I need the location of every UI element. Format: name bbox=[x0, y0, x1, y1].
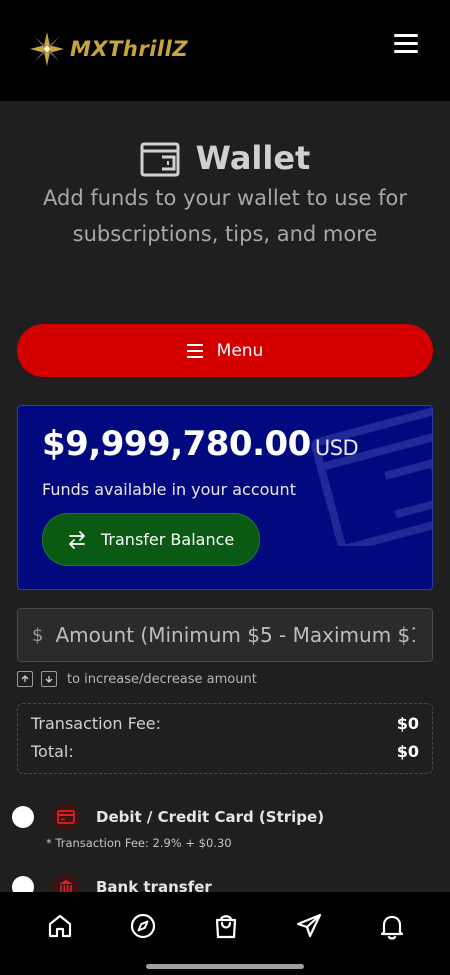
page-title: Wallet bbox=[195, 139, 311, 177]
amount-prefix: $ bbox=[32, 624, 44, 646]
bottom-nav bbox=[0, 892, 450, 975]
system-home-indicator[interactable] bbox=[146, 964, 304, 969]
send-icon[interactable] bbox=[295, 912, 323, 940]
balance-caption: Funds available in your account bbox=[42, 480, 296, 499]
payment-option-stripe[interactable]: Debit / Credit Card (Stripe) bbox=[12, 802, 324, 832]
hamburger-menu-icon[interactable] bbox=[394, 34, 418, 54]
stripe-fee-note: * Transaction Fee: 2.9% + $0.30 bbox=[46, 836, 232, 850]
transfer-arrows-icon bbox=[69, 530, 85, 549]
total-label: Total: bbox=[31, 742, 74, 761]
compass-icon[interactable] bbox=[129, 912, 157, 940]
stripe-label: Debit / Credit Card (Stripe) bbox=[96, 808, 325, 826]
shopping-bag-icon[interactable] bbox=[212, 912, 240, 940]
transaction-fee-row: Transaction Fee: $0 bbox=[31, 714, 419, 733]
menu-list-icon bbox=[186, 343, 203, 358]
amount-hint: to increase/decrease amount bbox=[17, 670, 257, 688]
bell-icon[interactable] bbox=[378, 912, 406, 940]
page-subtitle: Add funds to your wallet to use for subs… bbox=[43, 186, 407, 246]
transaction-fee-label: Transaction Fee: bbox=[31, 714, 162, 733]
top-bar: MXThrillZ bbox=[0, 0, 450, 101]
menu-button[interactable]: Menu bbox=[17, 324, 433, 377]
amount-input[interactable] bbox=[55, 615, 416, 655]
amount-field[interactable]: $ bbox=[17, 608, 433, 662]
balance-amount: $9,999,780.00 USD bbox=[42, 424, 359, 464]
arrow-up-key-icon bbox=[17, 671, 33, 687]
amount-hint-text: to increase/decrease amount bbox=[67, 671, 257, 687]
total-row: Total: $0 bbox=[31, 742, 419, 761]
fee-summary: Transaction Fee: $0 Total: $0 bbox=[17, 703, 433, 774]
transfer-balance-label: Transfer Balance bbox=[101, 530, 235, 549]
arrow-down-key-icon bbox=[41, 671, 57, 687]
wallet-icon bbox=[140, 142, 180, 177]
logo-star-icon bbox=[29, 31, 65, 67]
total-value: $0 bbox=[396, 742, 419, 761]
transfer-balance-button[interactable]: Transfer Balance bbox=[42, 513, 260, 566]
balance-card: $9,999,780.00 USD Funds available in your… bbox=[17, 405, 433, 590]
home-icon[interactable] bbox=[46, 912, 74, 940]
balance-currency: USD bbox=[314, 436, 359, 460]
transaction-fee-value: $0 bbox=[396, 714, 419, 733]
brand-name: MXThrillZ bbox=[70, 37, 189, 61]
brand-logo[interactable]: MXThrillZ bbox=[28, 30, 188, 68]
menu-button-label: Menu bbox=[216, 340, 264, 361]
credit-card-icon bbox=[52, 803, 80, 831]
wallet-heading: Wallet bbox=[0, 130, 450, 186]
stripe-radio[interactable] bbox=[12, 806, 34, 828]
